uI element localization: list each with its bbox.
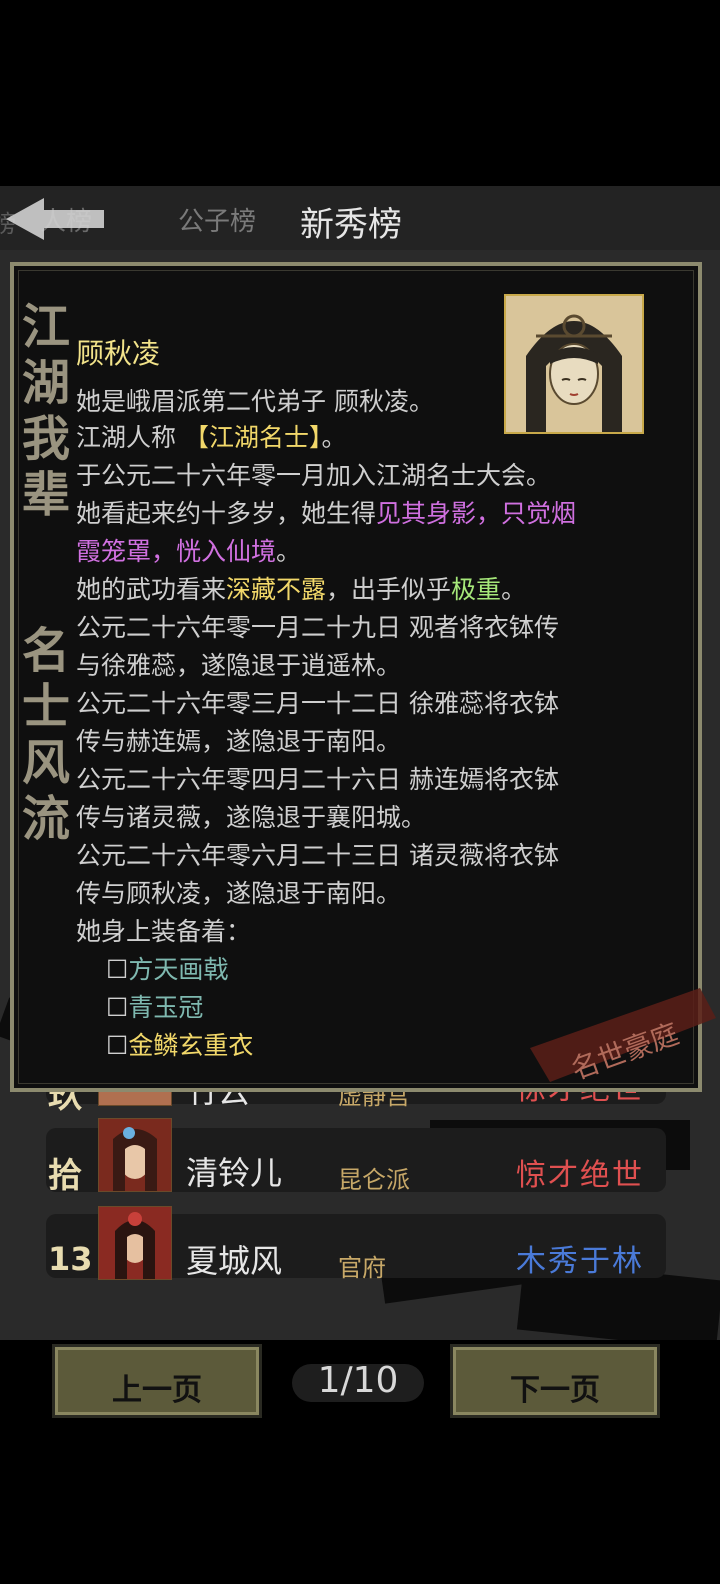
side-calligraphy: 辈 bbox=[21, 467, 70, 523]
rank-label: 13 bbox=[48, 1240, 93, 1278]
character-name: 清铃儿 bbox=[186, 1154, 283, 1192]
character-title: 木秀于林 bbox=[516, 1244, 644, 1279]
bio-line: 公元二十六年零四月二十六日 赫连嫣将衣钵 bbox=[76, 765, 559, 794]
bio-highlight: 霞笼罩，恍入仙境 bbox=[76, 537, 277, 566]
side-calligraphy: 名 bbox=[21, 623, 70, 679]
character-name: 夏城风 bbox=[186, 1242, 283, 1280]
bio-line: 她是峨眉派第二代弟子 顾秋凌。 bbox=[76, 387, 434, 416]
bio-line: 公元二十六年零六月二十三日 诸灵薇将衣钵 bbox=[76, 841, 559, 870]
next-page-label: 下一页 bbox=[510, 1373, 600, 1408]
bio-highlight: 见其身影，只觉烟 bbox=[376, 499, 577, 528]
back-arrow-icon[interactable] bbox=[0, 194, 110, 244]
bio-line: 她身上装备着： bbox=[76, 917, 252, 946]
bio-line: 她的武功看来深藏不露，出手似乎极重。 bbox=[76, 575, 527, 604]
rank-label: 拾 bbox=[48, 1156, 82, 1196]
side-calligraphy: 流 bbox=[21, 791, 70, 847]
side-calligraphy: 士 bbox=[21, 679, 70, 735]
avatar bbox=[98, 1118, 172, 1192]
side-calligraphy: 湖 bbox=[21, 355, 70, 411]
bio-line: 传与顾秋凌，遂隐退于南阳。 bbox=[76, 879, 402, 908]
bio-highlight: 极重 bbox=[451, 575, 502, 604]
bio-line: 江湖人称 【江湖名士】。 bbox=[76, 423, 347, 452]
checkbox-icon: ☐ bbox=[106, 1031, 129, 1060]
next-page-button[interactable]: 下一页 bbox=[450, 1344, 660, 1418]
equipment-item[interactable]: ☐青玉冠 bbox=[106, 988, 203, 1024]
bio-line: 霞笼罩，恍入仙境。 bbox=[76, 537, 302, 566]
bio-line: 传与诸灵薇，遂隐退于襄阳城。 bbox=[76, 803, 427, 832]
bio-line: 与徐雅蕊，遂隐退于逍遥林。 bbox=[76, 651, 402, 680]
character-title: 惊才绝世 bbox=[516, 1158, 644, 1193]
character-portrait bbox=[504, 294, 644, 434]
bio-highlight: 深藏不露 bbox=[226, 575, 327, 604]
seal-stamp-icon: 名世豪庭 bbox=[530, 988, 716, 1086]
side-calligraphy: 江 bbox=[21, 299, 70, 355]
side-calligraphy: 我 bbox=[21, 411, 70, 467]
bio-line: 她看起来约十多岁，她生得见其身影，只觉烟 bbox=[76, 499, 577, 528]
tab-xinxiu-active[interactable]: 新秀榜 bbox=[300, 197, 402, 246]
bio-line: 公元二十六年零三月一十二日 徐雅蕊将衣钵 bbox=[76, 689, 559, 718]
equipment-item[interactable]: ☐金鳞玄重衣 bbox=[106, 1026, 253, 1062]
checkbox-icon: ☐ bbox=[106, 993, 129, 1022]
bio-line: 传与赫连嫣，遂隐退于南阳。 bbox=[76, 727, 402, 756]
school-name: 昆仑派 bbox=[338, 1166, 410, 1194]
avatar bbox=[98, 1206, 172, 1280]
school-name: 官府 bbox=[338, 1254, 386, 1282]
equipment-item[interactable]: ☐方天画戟 bbox=[106, 950, 228, 986]
tab-gongzi[interactable]: 公子榜 bbox=[178, 201, 256, 238]
bio-highlight: 【江湖名士】 bbox=[183, 423, 322, 452]
prev-page-label: 上一页 bbox=[112, 1373, 202, 1408]
bio-line: 于公元二十六年零一月加入江湖名士大会。 bbox=[76, 461, 552, 490]
prev-page-button[interactable]: 上一页 bbox=[52, 1344, 262, 1418]
checkbox-icon: ☐ bbox=[106, 955, 129, 984]
page-indicator: 1/10 bbox=[317, 1360, 399, 1401]
bio-line: 公元二十六年零一月二十九日 观者将衣钵传 bbox=[76, 613, 559, 642]
character-name-heading: 顾秋凌 bbox=[76, 337, 161, 370]
side-calligraphy: 风 bbox=[21, 735, 70, 791]
